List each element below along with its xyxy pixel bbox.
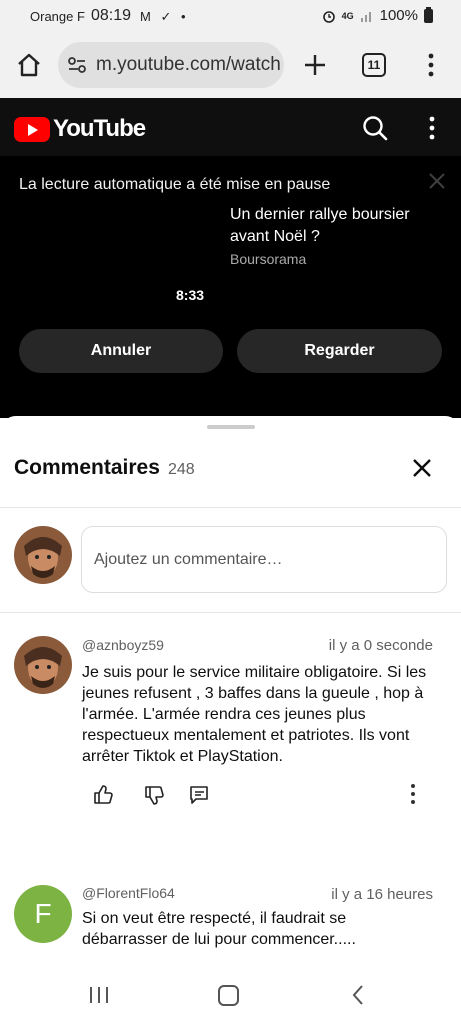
- 4g-icon: 4G: [341, 10, 354, 21]
- clock: 08:19: [91, 7, 132, 24]
- recent-apps-icon[interactable]: [88, 985, 110, 1005]
- address-bar[interactable]: m.youtube.com/watch: [58, 42, 284, 88]
- watch-button[interactable]: Regarder: [237, 329, 442, 373]
- close-icon[interactable]: [427, 171, 447, 191]
- home-nav-icon[interactable]: [218, 985, 239, 1006]
- comments-count: 248: [168, 461, 195, 478]
- like-icon[interactable]: [92, 783, 114, 805]
- site-settings-icon[interactable]: [67, 55, 87, 75]
- home-icon[interactable]: [16, 52, 42, 78]
- new-tab-icon[interactable]: [301, 51, 329, 79]
- signal-icon: [360, 11, 371, 22]
- search-icon[interactable]: [361, 114, 389, 142]
- divider: [0, 612, 461, 613]
- carrier-label: Orange F: [30, 9, 85, 24]
- comments-title: Commentaires: [14, 456, 160, 479]
- comment-menu-icon[interactable]: [402, 782, 424, 806]
- back-icon[interactable]: [350, 983, 366, 1007]
- next-video-duration: 8:33: [176, 287, 205, 303]
- add-comment-input[interactable]: [81, 526, 447, 593]
- status-bar: Orange F 08:19 M ✓ • 4G 100%: [0, 0, 461, 34]
- browser-toolbar: m.youtube.com/watch 11: [0, 34, 461, 98]
- video-player: La lecture automatique a été mise en pau…: [0, 156, 461, 418]
- avatar[interactable]: [14, 636, 72, 694]
- youtube-play-icon: [14, 116, 50, 142]
- youtube-header: YouTube: [0, 98, 461, 156]
- reply-icon[interactable]: [188, 784, 210, 806]
- url-text: m.youtube.com/watch: [96, 54, 281, 75]
- avatar[interactable]: F: [14, 885, 72, 943]
- drag-handle[interactable]: [207, 425, 255, 429]
- youtube-menu-icon[interactable]: [426, 115, 438, 141]
- youtube-logo[interactable]: YouTube: [14, 115, 146, 143]
- youtube-wordmark: YouTube: [53, 115, 146, 142]
- avatar[interactable]: [14, 526, 72, 584]
- comments-sheet: Commentaires 248 @aznboyz59 il y a 0 sec…: [0, 416, 461, 1024]
- comment-text: Si on veut être respecté, il faudrait se…: [82, 910, 356, 948]
- divider: [0, 507, 461, 508]
- browser-menu-icon[interactable]: [424, 52, 438, 78]
- tab-switcher-button[interactable]: 11: [362, 53, 386, 77]
- comment-author[interactable]: @FlorentFlo64: [82, 885, 175, 901]
- system-icons: 4G 100%: [322, 6, 433, 24]
- next-video-title[interactable]: Un dernier rallye boursier avant Noël ?: [230, 204, 430, 248]
- alarm-icon: [322, 10, 335, 23]
- battery-icon: [424, 6, 433, 23]
- close-icon[interactable]: [411, 457, 433, 479]
- comment-time: il y a 0 seconde: [328, 637, 433, 654]
- comment-text: Je suis pour le service militaire obliga…: [82, 664, 427, 765]
- comment-author[interactable]: @aznboyz59: [82, 637, 164, 653]
- notification-icons: M ✓ •: [140, 9, 189, 24]
- battery-label: 100%: [379, 7, 418, 24]
- cancel-button[interactable]: Annuler: [19, 329, 223, 373]
- next-video-channel: Boursorama: [230, 251, 307, 267]
- system-nav-bar: [0, 966, 461, 1024]
- comment-time: il y a 16 heures: [331, 886, 433, 903]
- dislike-icon[interactable]: [143, 785, 165, 807]
- autoplay-paused-message: La lecture automatique a été mise en pau…: [19, 176, 331, 193]
